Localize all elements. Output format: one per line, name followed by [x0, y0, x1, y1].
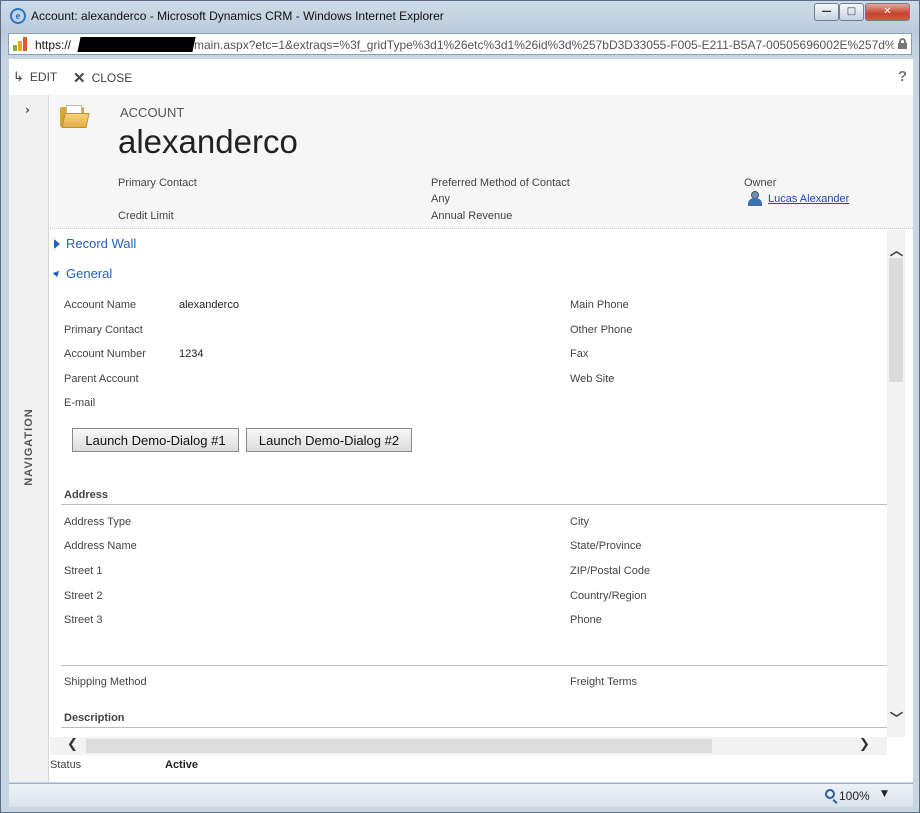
street2-label: Street 2: [64, 590, 103, 602]
close-icon: ✕: [73, 70, 86, 87]
general-label: General: [66, 266, 113, 281]
help-icon[interactable]: ?: [898, 68, 907, 85]
freight-terms-label: Freight Terms: [570, 676, 638, 688]
header-primary-contact-label: Primary Contact: [118, 177, 197, 189]
status-value: Active: [165, 759, 199, 771]
window-title: Account: alexanderco - Microsoft Dynamic…: [31, 9, 444, 23]
phone-label: Phone: [570, 614, 602, 626]
scroll-down-icon[interactable]: ﹀: [890, 708, 903, 727]
minimize-button[interactable]: —: [814, 3, 839, 21]
launch-dialog-2-button[interactable]: Launch Demo-Dialog #2: [246, 428, 412, 452]
navigation-label[interactable]: NAVIGATION: [23, 408, 35, 485]
shipping-method-label: Shipping Method: [64, 676, 147, 688]
edit-label: EDIT: [29, 70, 58, 84]
owner-link[interactable]: Lucas Alexander: [768, 193, 849, 205]
primary-contact-label: Primary Contact: [64, 324, 143, 336]
description-divider: [61, 727, 887, 728]
scroll-left-icon[interactable]: ❮: [67, 737, 78, 752]
address-name-label: Address Name: [64, 540, 137, 552]
horizontal-scrollbar[interactable]: ❮ ❯: [50, 737, 887, 755]
vertical-scroll-thumb[interactable]: [889, 258, 903, 382]
address-bar[interactable]: https:// main.aspx?etc=1&extraqs=%3f_gri…: [8, 33, 912, 55]
navigation-pane[interactable]: › NAVIGATION: [9, 95, 49, 782]
vertical-scrollbar[interactable]: ︿ ﹀: [887, 230, 905, 737]
record-wall-toggle[interactable]: Record Wall: [54, 236, 136, 251]
account-name-value[interactable]: alexanderco: [179, 299, 239, 311]
close-button[interactable]: ✕ CLOSE: [73, 69, 132, 87]
ie-logo-icon: e: [10, 8, 26, 24]
header-owner-label: Owner: [744, 177, 777, 189]
command-bar: ↳ EDIT ✕ CLOSE ?: [9, 59, 913, 95]
account-folder-icon: [60, 105, 90, 129]
status-label: Status: [50, 759, 82, 771]
entity-type: ACCOUNT: [120, 105, 185, 120]
parent-account-label: Parent Account: [64, 373, 139, 385]
other-phone-label: Other Phone: [570, 324, 633, 336]
fax-label: Fax: [570, 348, 589, 360]
description-section-title: Description: [64, 712, 125, 724]
shipping-divider: [61, 665, 887, 666]
browser-window: e Account: alexanderco - Microsoft Dynam…: [0, 0, 920, 813]
general-toggle[interactable]: General: [52, 266, 113, 281]
address-type-label: Address Type: [64, 516, 132, 528]
launch-dialog-1-button[interactable]: Launch Demo-Dialog #1: [72, 428, 239, 452]
chevron-right-icon[interactable]: ›: [25, 103, 30, 117]
url-scheme: https://: [35, 38, 72, 52]
main-phone-label: Main Phone: [570, 299, 629, 311]
zoom-icon[interactable]: [825, 789, 835, 799]
zoom-level[interactable]: 100%: [839, 789, 870, 803]
header-credit-limit-label: Credit Limit: [118, 210, 174, 222]
ie-status-bar: 100% ▼: [9, 783, 913, 807]
form-body: Record Wall General Account Name alexand…: [50, 230, 887, 737]
zoom-dropdown-icon[interactable]: ▼: [881, 789, 888, 799]
window-close-button[interactable]: ✕: [865, 3, 910, 21]
redaction-mark: [77, 37, 196, 52]
maximize-button[interactable]: □: [839, 3, 864, 21]
scroll-right-icon[interactable]: ❯: [859, 737, 870, 752]
edit-arrow-icon: ↳: [13, 69, 24, 84]
address-divider: [61, 504, 887, 505]
account-number-label: Account Number: [64, 348, 146, 360]
address-section-title: Address: [64, 489, 109, 501]
record-title: alexanderco: [118, 123, 298, 160]
record-header: ACCOUNT alexanderco Primary Contact Pref…: [50, 95, 913, 229]
crm-form-page: ↳ EDIT ✕ CLOSE ? › NAVIGATION ACCOUNT al…: [9, 59, 913, 782]
horizontal-scroll-thumb[interactable]: [86, 739, 712, 753]
expand-triangle-icon: [54, 238, 60, 249]
status-footer: Status Active: [50, 755, 913, 782]
title-bar: e Account: alexanderco - Microsoft Dynam…: [1, 1, 919, 31]
header-preferred-method-value[interactable]: Any: [431, 193, 450, 205]
email-label: E-mail: [64, 397, 96, 409]
user-icon: [748, 191, 762, 206]
scroll-up-icon[interactable]: ︿: [890, 240, 903, 259]
street3-label: Street 3: [64, 614, 103, 626]
state-label: State/Province: [570, 540, 642, 552]
street1-label: Street 1: [64, 565, 103, 577]
zip-label: ZIP/Postal Code: [570, 565, 651, 577]
collapse-triangle-icon: [52, 268, 62, 277]
record-wall-label: Record Wall: [66, 236, 137, 251]
header-preferred-method-label: Preferred Method of Contact: [431, 177, 570, 189]
lock-icon[interactable]: [898, 38, 907, 49]
close-label: CLOSE: [91, 71, 133, 85]
country-label: Country/Region: [570, 590, 647, 602]
header-annual-revenue-label: Annual Revenue: [431, 210, 513, 222]
url-text[interactable]: main.aspx?etc=1&extraqs=%3f_gridType%3d1…: [194, 38, 894, 52]
account-number-value[interactable]: 1234: [179, 348, 203, 360]
web-site-label: Web Site: [570, 373, 615, 385]
dynamics-crm-icon: [13, 37, 29, 51]
city-label: City: [570, 516, 589, 528]
account-name-label: Account Name: [64, 299, 137, 311]
edit-button[interactable]: ↳ EDIT: [13, 69, 57, 85]
